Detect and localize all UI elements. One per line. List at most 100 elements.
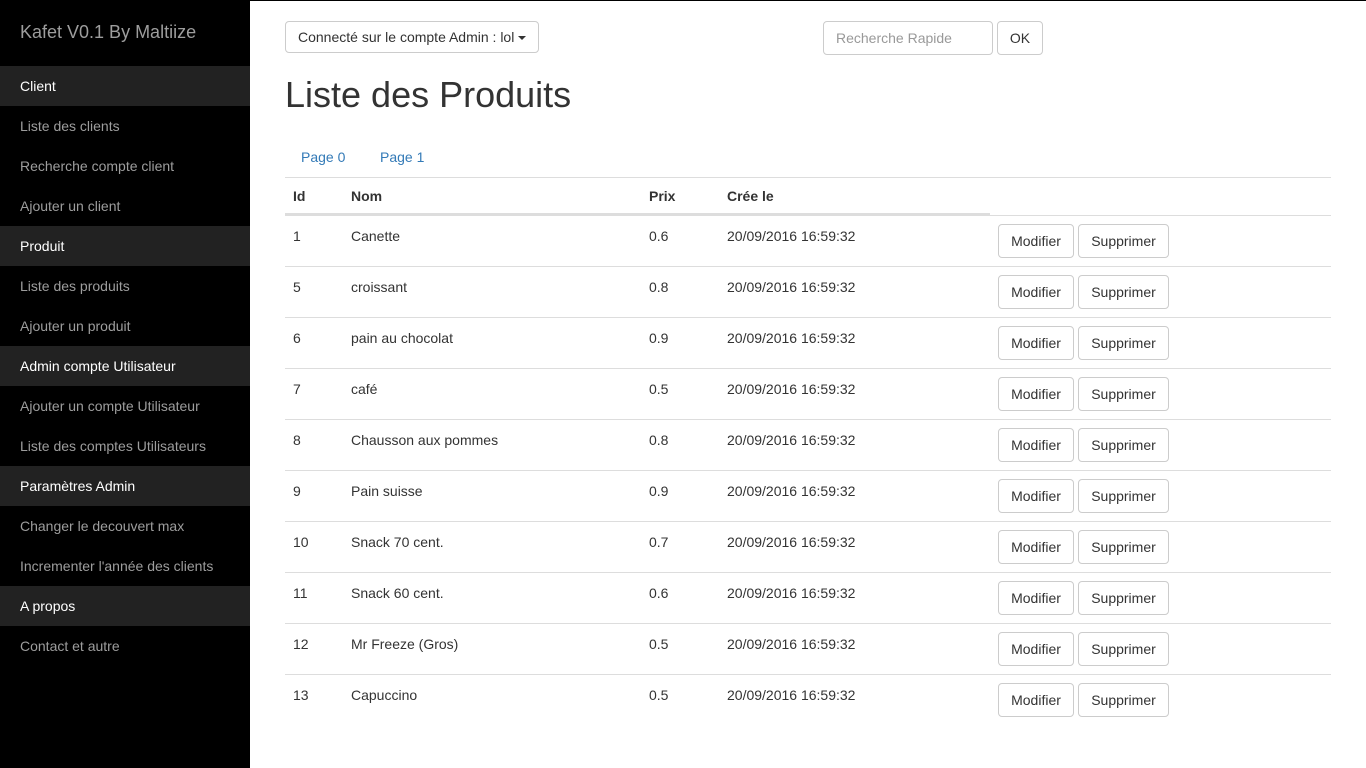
cell-nom: Mr Freeze (Gros) (351, 636, 459, 652)
cell-nom: café (351, 381, 378, 397)
supprimer-button[interactable]: Supprimer (1078, 275, 1169, 309)
sidebar-item-ajouter-produit[interactable]: Ajouter un produit (0, 306, 250, 346)
cell-prix: 0.5 (649, 687, 669, 703)
cell-id: 7 (293, 381, 301, 397)
cell-id: 1 (293, 228, 301, 244)
sidebar-item-ajouter-client[interactable]: Ajouter un client (0, 186, 250, 226)
sidebar-section-client[interactable]: Client (0, 66, 250, 106)
account-dropdown[interactable]: Connecté sur le compte Admin : lol (285, 21, 540, 53)
cell-nom: croissant (351, 279, 408, 295)
table-row: 6 pain au chocolat 0.9 20/09/2016 16:59:32 M… (285, 317, 1331, 368)
page-link-1[interactable]: Page 1 (380, 140, 424, 174)
table-row: 5 croissant 0.8 20/09/2016 16:59:32 Modifier… (285, 266, 1331, 317)
modifier-button[interactable]: Modifier (998, 632, 1074, 666)
cell-prix: 0.8 (649, 279, 669, 295)
cell-date: 20/09/2016 16:59:32 (727, 381, 856, 397)
cell-prix: 0.9 (649, 330, 669, 346)
page-title: Liste des Produits (285, 74, 572, 115)
cell-id: 9 (293, 483, 301, 499)
modifier-button[interactable]: Modifier (998, 224, 1074, 258)
page-link-0[interactable]: Page 0 (301, 140, 345, 174)
cell-date: 20/09/2016 16:59:32 (727, 228, 856, 244)
brand-title: Kafet V0.1 By Maltiize (20, 22, 197, 42)
table-row: 10 Snack 70 cent. 0.7 20/09/2016 16:59:32 Mo… (285, 521, 1331, 572)
supprimer-button[interactable]: Supprimer (1078, 377, 1169, 411)
table-row: 7 café 0.5 20/09/2016 16:59:32 Modifier Suppr… (285, 368, 1331, 419)
sidebar: Kafet V0.1 By Maltiize Client Liste des … (0, 0, 250, 768)
modifier-button[interactable]: Modifier (998, 377, 1074, 411)
modifier-button[interactable]: Modifier (998, 581, 1074, 615)
modifier-button[interactable]: Modifier (998, 479, 1074, 513)
modifier-button[interactable]: Modifier (998, 275, 1074, 309)
cell-prix: 0.8 (649, 432, 669, 448)
cell-prix: 0.9 (649, 483, 669, 499)
cell-nom: Snack 70 cent. (351, 534, 444, 550)
cell-date: 20/09/2016 16:59:32 (727, 279, 856, 295)
cell-prix: 0.5 (649, 381, 669, 397)
search-input[interactable] (823, 21, 993, 55)
table-row: 12 Mr Freeze (Gros) 0.5 20/09/2016 16:59:32… (285, 623, 1331, 674)
sidebar-item-ajouter-compte[interactable]: Ajouter un compte Utilisateur (0, 386, 250, 426)
cell-date: 20/09/2016 16:59:32 (727, 687, 856, 703)
sidebar-section-a-propos[interactable]: A propos (0, 586, 250, 626)
cell-nom: Pain suisse (351, 483, 423, 499)
cell-nom: pain au chocolat (351, 330, 453, 346)
supprimer-button[interactable]: Supprimer (1078, 683, 1169, 717)
cell-prix: 0.6 (649, 585, 669, 601)
table-body: 1 Canette 0.6 20/09/2016 16:59:32 Modifier Su… (285, 215, 1331, 725)
cell-id: 13 (293, 687, 309, 703)
cell-date: 20/09/2016 16:59:32 (727, 636, 856, 652)
supprimer-button[interactable]: Supprimer (1078, 479, 1169, 513)
cell-id: 8 (293, 432, 301, 448)
supprimer-button[interactable]: Supprimer (1078, 224, 1169, 258)
modifier-button[interactable]: Modifier (998, 428, 1074, 462)
supprimer-button[interactable]: Supprimer (1078, 428, 1169, 462)
table-row: 9 Pain suisse 0.9 20/09/2016 16:59:32 Modifi… (285, 470, 1331, 521)
cell-date: 20/09/2016 16:59:32 (727, 483, 856, 499)
sidebar-section-parametres[interactable]: Paramètres Admin (0, 466, 250, 506)
cell-id: 5 (293, 279, 301, 295)
column-header-date: Crée le (727, 188, 774, 204)
table-row: 13 Capuccino 0.5 20/09/2016 16:59:32 Modifie… (285, 674, 1331, 725)
sidebar-item-incrementer-annee[interactable]: Incrementer l'année des clients (0, 546, 250, 586)
cell-date: 20/09/2016 16:59:32 (727, 330, 856, 346)
modifier-button[interactable]: Modifier (998, 683, 1074, 717)
cell-nom: Capuccino (351, 687, 418, 703)
cell-date: 20/09/2016 16:59:32 (727, 534, 856, 550)
cell-prix: 0.5 (649, 636, 669, 652)
sidebar-item-recherche-client[interactable]: Recherche compte client (0, 146, 250, 186)
caret-down-icon (518, 36, 527, 41)
sidebar-item-decouvert-max[interactable]: Changer le decouvert max (0, 506, 250, 546)
cell-nom: Chausson aux pommes (351, 432, 499, 448)
cell-id: 6 (293, 330, 301, 346)
account-label: Connecté sur le compte Admin : lol (298, 29, 515, 45)
sidebar-section-produit[interactable]: Produit (0, 226, 250, 266)
sidebar-item-liste-produits[interactable]: Liste des produits (0, 266, 250, 306)
cell-nom: Snack 60 cent. (351, 585, 444, 601)
table-row: 8 Chausson aux pommes 0.8 20/09/2016 16:59:… (285, 419, 1331, 470)
cell-date: 20/09/2016 16:59:32 (727, 432, 856, 448)
modifier-button[interactable]: Modifier (998, 530, 1074, 564)
cell-nom: Canette (351, 228, 401, 244)
table-header: Id Nom Prix Crée le (285, 177, 1331, 215)
cell-id: 11 (293, 585, 308, 601)
sidebar-item-liste-clients[interactable]: Liste des clients (0, 106, 250, 146)
sidebar-item-contact[interactable]: Contact et autre (0, 626, 250, 666)
supprimer-button[interactable]: Supprimer (1078, 326, 1169, 360)
sidebar-section-admin-compte[interactable]: Admin compte Utilisateur (0, 346, 250, 386)
column-header-id: Id (293, 188, 306, 204)
modifier-button[interactable]: Modifier (998, 326, 1074, 360)
supprimer-button[interactable]: Supprimer (1078, 632, 1169, 666)
column-header-nom: Nom (351, 188, 383, 204)
sidebar-item-liste-comptes[interactable]: Liste des comptes Utilisateurs (0, 426, 250, 466)
cell-id: 10 (293, 534, 309, 550)
products-table: Id Nom Prix Crée le 1 Canette 0.6 20/09/201… (285, 177, 1331, 725)
main-content: Connecté sur le compte Admin : lol OK Li… (250, 0, 1366, 768)
table-row: 1 Canette 0.6 20/09/2016 16:59:32 Modifier Su… (285, 215, 1331, 266)
table-row: 11 Snack 60 cent. 0.6 20/09/2016 16:59:32 Mo… (285, 572, 1331, 623)
supprimer-button[interactable]: Supprimer (1078, 530, 1169, 564)
supprimer-button[interactable]: Supprimer (1078, 581, 1169, 615)
cell-date: 20/09/2016 16:59:32 (727, 585, 856, 601)
cell-prix: 0.6 (649, 228, 669, 244)
search-ok-button[interactable]: OK (997, 21, 1043, 55)
